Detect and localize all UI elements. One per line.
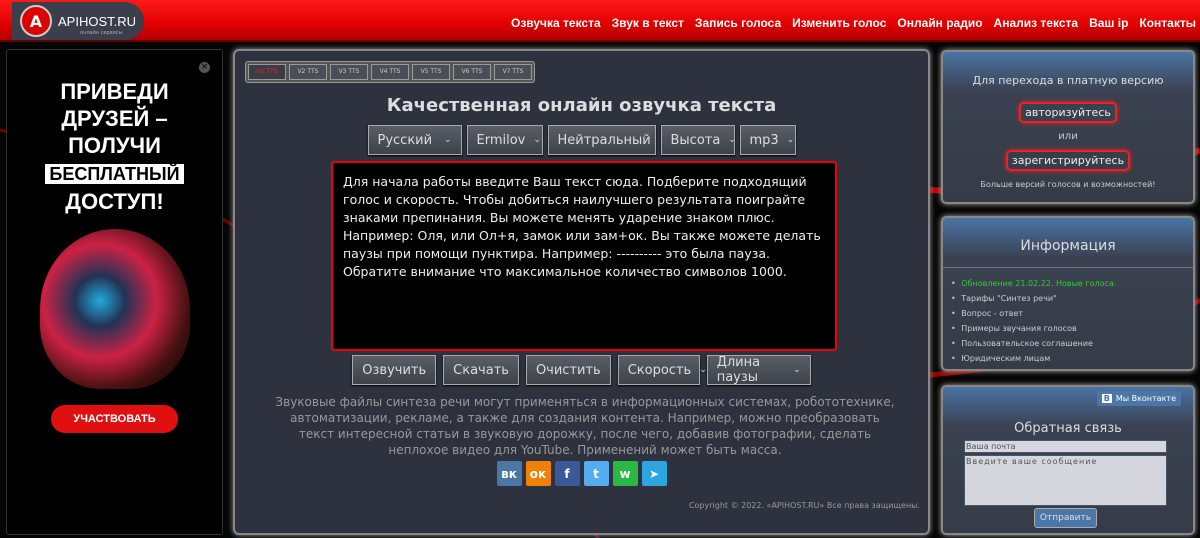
twitter-share-icon[interactable]: t (583, 461, 609, 486)
register-link[interactable]: зарегистрируйтесь (1005, 150, 1131, 171)
nav-voice-change[interactable]: Изменить голос (792, 16, 886, 30)
nav-tts[interactable]: Озвучка текста (511, 16, 601, 30)
tab-v3[interactable]: V3 TTS (330, 64, 368, 80)
logo-subtitle: онлайн сервисы (80, 30, 123, 36)
speak-button[interactable]: Озвучить (352, 355, 437, 385)
select-value: Длина паузы (716, 355, 761, 385)
chevron-down-icon: ⌄ (786, 135, 795, 145)
voice-options: Русский⌄ Ermilov⌄ Нейтральный⌄ Высота⌄ m… (235, 125, 928, 155)
emotion-select[interactable]: Нейтральный⌄ (547, 125, 666, 155)
social-share: вк ок f t w ➤ (235, 461, 928, 486)
chevron-down-icon: ⌄ (728, 135, 736, 145)
facebook-share-icon[interactable]: f (554, 461, 580, 486)
chevron-down-icon: ⌄ (793, 365, 801, 375)
nav-text-analysis[interactable]: Анализ текста (994, 16, 1079, 30)
format-select[interactable]: mp3 ⌄ (739, 125, 796, 155)
whatsapp-share-icon[interactable]: w (612, 461, 638, 486)
nav-radio[interactable]: Онлайн радио (897, 16, 982, 30)
tab-v5[interactable]: V5 TTS (412, 64, 450, 80)
ad-line: ДОСТУП! (65, 189, 164, 214)
participate-button[interactable]: УЧАСТВОВАТЬ (51, 405, 178, 433)
main-nav: Озвучка текста Звук в текст Запись голос… (511, 16, 1196, 30)
page-title: Качественная онлайн озвучка текста (386, 95, 777, 116)
info-panel: Информация Обновление 21.02.22. Новые го… (941, 216, 1195, 371)
feedback-title: Обратная связь (1014, 421, 1122, 436)
select-value: Скорость (627, 362, 692, 378)
tab-v1[interactable]: V1 TTS (248, 64, 286, 80)
chevron-down-icon: ⌄ (699, 365, 707, 375)
info-link-tariffs[interactable]: Тарифы "Синтез речи" (951, 291, 1193, 306)
pitch-select[interactable]: Высота ⌄ (660, 125, 736, 155)
vk-label: Мы Вконтакте (1115, 394, 1176, 403)
info-title: Информация (943, 218, 1193, 268)
info-link-agreement[interactable]: Пользовательское соглашение (951, 336, 1193, 351)
select-value: Русский (377, 132, 433, 148)
nav-speech-to-text[interactable]: Звук в текст (612, 16, 684, 30)
pause-length-select[interactable]: Длина паузы ⌄ (706, 355, 811, 385)
paid-version-panel: Для перехода в платную версию авторизуйт… (941, 50, 1195, 204)
clear-button[interactable]: Очистить (525, 355, 611, 385)
ad-line: ДРУЗЕЙ – (61, 106, 168, 131)
close-icon[interactable]: × (199, 62, 210, 73)
ad-robot-image (39, 229, 190, 389)
paid-more-text: Больше версий голосов и возможностей! (980, 180, 1156, 189)
paid-title: Для перехода в платную версию (972, 74, 1164, 87)
odnoklassniki-share-icon[interactable]: ок (525, 461, 551, 486)
chevron-down-icon: ⌄ (533, 135, 541, 145)
select-value: Нейтральный (557, 132, 651, 148)
tts-panel: V1 TTS V2 TTS V3 TTS V4 TTS V5 TTS V6 TT… (233, 49, 930, 535)
text-input[interactable]: Для начала работы введите Ваш текст сюда… (331, 161, 837, 351)
or-text: или (1058, 131, 1078, 142)
language-select[interactable]: Русский ⌄ (367, 125, 462, 155)
logo[interactable]: A APIHOST.RU онлайн сервисы (12, 2, 144, 40)
nav-your-ip[interactable]: Ваш ip (1089, 16, 1128, 30)
feedback-panel: В Мы Вконтакте Обратная связь Ваша почта … (941, 385, 1195, 535)
voice-select[interactable]: Ermilov ⌄ (466, 125, 543, 155)
login-link[interactable]: авторизуйтесь (1019, 102, 1117, 123)
ad-line: ПОЛУЧИ (68, 133, 161, 158)
ad-line: БЕСПЛАТНЫЙ (45, 164, 184, 184)
message-field[interactable]: Введите ваше сообщение (964, 455, 1167, 506)
info-link-faq[interactable]: Вопрос - ответ (951, 306, 1193, 321)
email-field[interactable]: Ваша почта (964, 440, 1167, 453)
send-button[interactable]: Отправить (1034, 508, 1097, 528)
download-button[interactable]: Скачать (443, 355, 519, 385)
info-link-legal[interactable]: Юридическим лицам (951, 351, 1193, 366)
vk-group-button[interactable]: В Мы Вконтакте (1096, 391, 1181, 406)
vk-icon: В (1101, 394, 1112, 403)
select-value: Высота (670, 132, 721, 148)
description: Звуковые файлы синтеза речи могут примен… (275, 395, 895, 457)
ad-line: ПРИВЕДИ (60, 79, 169, 104)
info-link-examples[interactable]: Примеры звучания голосов (951, 321, 1193, 336)
tab-v2[interactable]: V2 TTS (289, 64, 327, 80)
logo-icon: A (20, 5, 52, 37)
copyright: Copyright © 2022. «APIHOST.RU» Все права… (688, 501, 920, 510)
logo-text: APIHOST.RU (58, 13, 137, 29)
tab-v7[interactable]: V7 TTS (494, 64, 532, 80)
tab-v6[interactable]: V6 TTS (453, 64, 491, 80)
version-tabs: V1 TTS V2 TTS V3 TTS V4 TTS V5 TTS V6 TT… (245, 61, 535, 83)
nav-voice-record[interactable]: Запись голоса (695, 16, 781, 30)
select-value: mp3 (749, 132, 779, 148)
header: A APIHOST.RU онлайн сервисы Озвучка текс… (0, 0, 1200, 42)
tab-v4[interactable]: V4 TTS (371, 64, 409, 80)
vk-share-icon[interactable]: вк (496, 461, 522, 486)
nav-contacts[interactable]: Контакты (1139, 16, 1196, 30)
action-buttons: Озвучить Скачать Очистить Скорость ⌄ Длин… (235, 355, 928, 385)
select-value: Ermilov (476, 132, 526, 148)
info-link-update[interactable]: Обновление 21.02.22. Новые голоса. (951, 276, 1193, 291)
chevron-down-icon: ⌄ (443, 135, 452, 145)
speed-select[interactable]: Скорость ⌄ (617, 355, 707, 385)
ad-title: ПРИВЕДИ ДРУЗЕЙ – ПОЛУЧИ БЕСПЛАТНЫЙ ДОСТУ… (7, 78, 222, 215)
info-list: Обновление 21.02.22. Новые голоса. Тариф… (943, 268, 1193, 366)
ad-banner[interactable]: × ПРИВЕДИ ДРУЗЕЙ – ПОЛУЧИ БЕСПЛАТНЫЙ ДОС… (6, 49, 223, 535)
telegram-share-icon[interactable]: ➤ (641, 461, 667, 486)
